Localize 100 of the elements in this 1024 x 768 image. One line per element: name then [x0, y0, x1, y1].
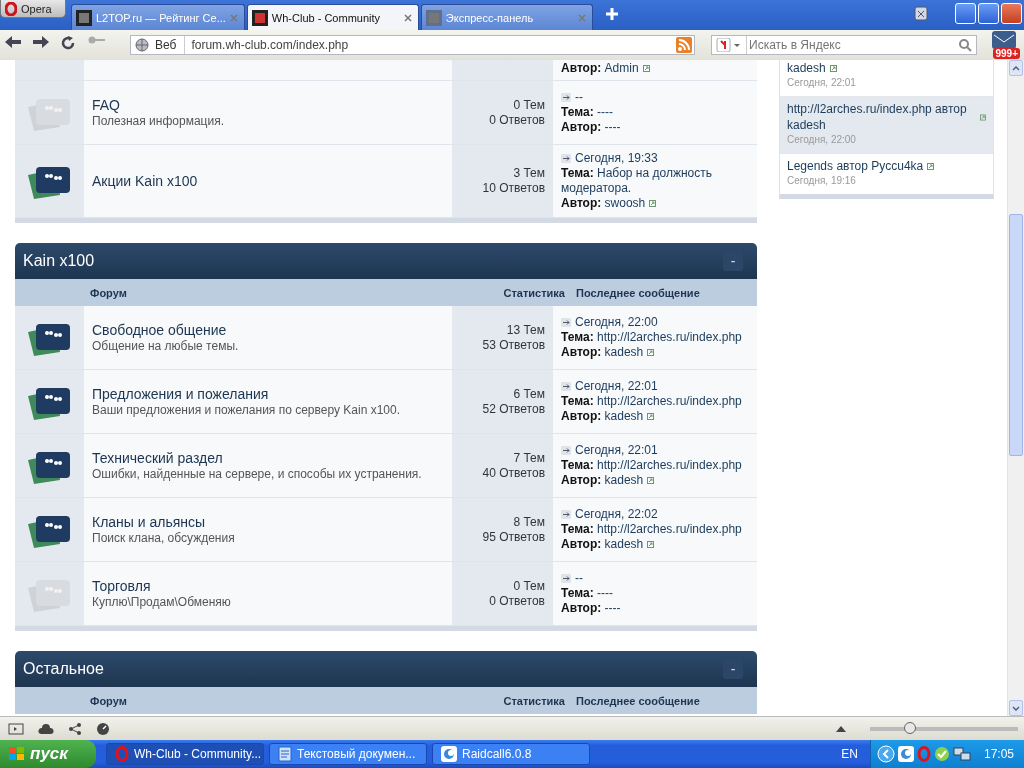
taskbar-button[interactable]: Raidcall6.0.8	[432, 743, 590, 765]
plus-icon[interactable]	[604, 7, 619, 21]
opera-logo-icon	[115, 746, 129, 762]
minimize-button[interactable]	[955, 3, 976, 24]
last-post-author: Автор: ----	[561, 601, 621, 616]
site-icon	[425, 9, 442, 26]
slider-thumb[interactable]	[903, 721, 916, 734]
caret-up-icon[interactable]	[836, 725, 846, 732]
reply-count: 95 Ответов	[482, 529, 545, 545]
forum-description: Полезная информация.	[92, 114, 225, 128]
last-post-topic: Тема: Набор на должность модератора.	[561, 166, 713, 196]
url-text: forum.wh-club.com/index.php	[190, 38, 350, 52]
site-icon	[76, 9, 92, 26]
search-box[interactable]: Искать в Яндекс	[711, 35, 977, 55]
topic-count: 8 Тем	[513, 514, 545, 530]
forum-link[interactable]: Акции Kain x100	[92, 173, 444, 189]
topic-count: 3 Тем	[513, 166, 545, 181]
address-field[interactable]: Веб forum.wh-club.com/index.php	[130, 35, 695, 55]
recent-topic-link[interactable]: http://l2arches.ru/index.php автор kadesh	[787, 101, 977, 133]
post-time: Сегодня, 19:16	[787, 174, 857, 188]
taskbar-button[interactable]: Wh-Club - Community...	[106, 743, 264, 765]
restore-button[interactable]	[978, 3, 999, 24]
post-time: Сегодня, 22:01	[787, 76, 857, 90]
external-link-icon	[829, 64, 837, 72]
last-post-author: Автор: swoosh	[561, 196, 646, 211]
column-header: Форум	[90, 694, 128, 707]
close-button[interactable]	[1001, 3, 1022, 24]
last-post-date[interactable]: Сегодня, 22:02	[561, 507, 751, 522]
collapse-button[interactable]: -	[723, 659, 743, 679]
arrow-icon	[561, 318, 571, 327]
notepad-icon	[278, 746, 292, 762]
last-post-author: Автор: Admin	[561, 60, 639, 76]
column-header: Последнее сообщение	[576, 286, 700, 299]
last-post-date[interactable]: Сегодня, 19:33	[561, 151, 751, 166]
cloud-icon[interactable]	[38, 722, 54, 735]
forum-description: Поиск клана, обсуждения	[92, 531, 236, 545]
browser-tab[interactable]: Wh-Club - Community	[246, 4, 419, 30]
scroll-thumb[interactable]	[1009, 214, 1023, 456]
forum-description: Общение на любые темы.	[92, 339, 240, 353]
forum-link[interactable]: Кланы и альянсы	[92, 514, 444, 530]
arrow-icon	[561, 154, 571, 163]
collapse-button[interactable]: -	[723, 251, 743, 271]
last-post-date[interactable]: --	[561, 571, 751, 586]
recent-topic-link[interactable]: kadesh	[787, 60, 826, 76]
opera-menu-button[interactable]: Opera	[0, 0, 66, 18]
site-icon	[251, 9, 268, 26]
forum-link[interactable]: Предложения и пожелания	[92, 386, 444, 402]
last-post-topic: Тема: http://l2arches.ru/index.php	[561, 522, 743, 537]
column-header: Последнее сообщение	[576, 694, 700, 707]
windows-logo-icon	[8, 746, 26, 762]
yandex-icon[interactable]	[716, 38, 742, 52]
topic-count: 0 Тем	[513, 97, 545, 113]
chevron-left-icon[interactable]	[876, 745, 895, 763]
address-label: Веб	[155, 38, 177, 52]
last-post-date[interactable]: --	[561, 90, 751, 105]
scroll-down-icon[interactable]	[1009, 700, 1023, 716]
last-post-topic: Тема: ----	[561, 586, 614, 601]
speedometer-icon[interactable]	[96, 721, 110, 736]
post-time: Сегодня, 22:00	[787, 133, 857, 147]
search-icon[interactable]	[958, 38, 972, 52]
recent-topic-link[interactable]: Legends автор Pyccu4ka	[787, 158, 924, 174]
opera-logo-icon	[5, 1, 17, 16]
reply-count: 52 Ответов	[482, 401, 545, 417]
arrow-icon	[561, 574, 571, 583]
forum-link[interactable]: Торговля	[92, 578, 444, 594]
arrow-icon	[561, 446, 571, 455]
forum-description: Ваши предложения и пожелания по серверу Kain x100.	[92, 403, 402, 417]
network-icon[interactable]	[952, 746, 971, 762]
unread-count-badge: 999+	[993, 48, 1020, 59]
topic-count: 7 Тем	[513, 450, 545, 466]
mail-icon[interactable]	[992, 31, 1018, 51]
globe-icon	[135, 38, 149, 52]
last-post-topic: Тема: ----	[561, 105, 614, 120]
share-icon[interactable]	[68, 721, 82, 736]
raidcall-icon[interactable]	[897, 746, 914, 762]
clock: 17:05	[983, 747, 1014, 761]
last-post-date[interactable]: Сегодня, 22:00	[561, 315, 751, 330]
trash-icon[interactable]	[913, 5, 929, 21]
last-post-topic: Тема: http://l2arches.ru/index.php	[561, 394, 743, 409]
category-title: Остальное	[23, 660, 104, 678]
scroll-up-icon[interactable]	[1009, 60, 1023, 76]
panel-toggle-icon[interactable]	[8, 722, 24, 735]
reply-count: 10 Ответов	[482, 181, 545, 196]
forum-link[interactable]: Технический раздел	[92, 450, 444, 466]
reply-count: 0 Ответов	[489, 593, 545, 609]
last-post-author: Автор: kadesh	[561, 473, 644, 488]
language-indicator[interactable]: EN	[841, 747, 858, 761]
shield-check-icon[interactable]	[933, 746, 950, 762]
forum-link[interactable]: Свободное общение	[92, 322, 444, 338]
category-title: Kain x100	[23, 252, 95, 270]
last-post-date[interactable]: Сегодня, 22:01	[561, 443, 751, 458]
last-post-author: Автор: kadesh	[561, 409, 644, 424]
rss-icon[interactable]	[676, 37, 692, 53]
last-post-date[interactable]: Сегодня, 22:01	[561, 379, 751, 394]
close-icon[interactable]	[403, 13, 412, 22]
reply-count: 53 Ответов	[482, 337, 545, 353]
taskbar-button[interactable]: Текстовый докумен...	[269, 743, 427, 765]
topic-count: 13 Тем	[506, 322, 545, 338]
last-post-author: Автор: kadesh	[561, 345, 644, 360]
forum-link[interactable]: FAQ	[92, 97, 444, 113]
